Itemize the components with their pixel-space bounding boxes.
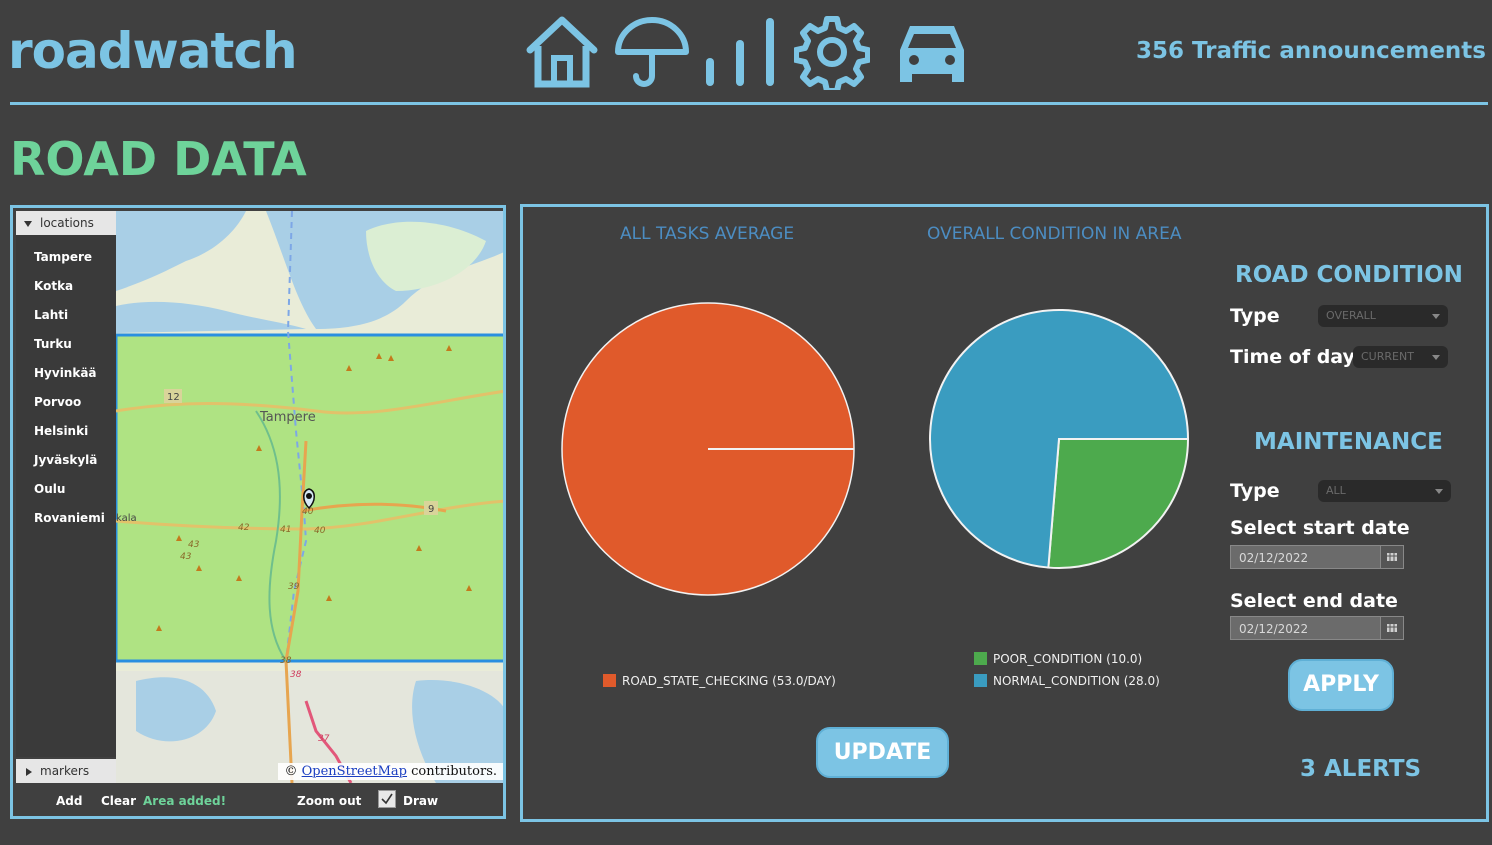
overall-condition-pie-chart xyxy=(929,309,1190,569)
maintenance-type-select[interactable]: ALL xyxy=(1318,480,1451,502)
page-title: ROAD DATA xyxy=(10,132,307,186)
map-label-road-39: 39 xyxy=(288,582,300,592)
chevron-right-icon xyxy=(26,767,32,776)
map-panel: locations Tampere Kotka Lahti Turku Hyvi… xyxy=(10,205,506,819)
zoom-out-button[interactable]: Zoom out xyxy=(297,794,361,808)
calendar-icon[interactable] xyxy=(1380,617,1403,639)
location-item-lahti[interactable]: Lahti xyxy=(34,308,68,322)
map-label-road-38b: 38 xyxy=(290,670,302,680)
map-label-road-12: 12 xyxy=(167,392,180,403)
map-view[interactable]: Tampere 12 9 kala 42 41 40 40 43 43 39 3… xyxy=(116,211,503,783)
umbrella-icon[interactable] xyxy=(614,14,690,90)
draw-label: Draw xyxy=(403,794,439,808)
legend-road-state-checking: ROAD_STATE_CHECKING (53.0/DAY) xyxy=(603,674,836,688)
chevron-down-icon xyxy=(24,220,32,227)
location-item-rovaniemi[interactable]: Rovaniemi xyxy=(34,511,105,525)
all-tasks-pie-chart xyxy=(561,302,855,596)
pie-slice-road-state-checking[interactable] xyxy=(561,302,855,596)
map-status-text: Area added! xyxy=(143,794,227,808)
time-of-day-select[interactable]: CURRENT xyxy=(1353,346,1448,368)
location-item-hyvinkaa[interactable]: Hyvinkää xyxy=(34,366,97,380)
legend-poor-condition: POOR_CONDITION (10.0) xyxy=(974,652,1142,666)
chevron-down-icon xyxy=(1432,314,1440,319)
maintenance-heading: MAINTENANCE xyxy=(1254,429,1443,455)
time-of-day-label: Time of day xyxy=(1230,346,1355,368)
road-condition-heading: ROAD CONDITION xyxy=(1235,262,1463,288)
legend-swatch xyxy=(974,674,987,687)
legend-swatch xyxy=(974,652,987,665)
location-item-helsinki[interactable]: Helsinki xyxy=(34,424,88,438)
map-attribution: © OpenStreetMap contributors. xyxy=(278,763,503,780)
map-label-road-9: 9 xyxy=(428,504,434,515)
end-date-picker[interactable]: 02/12/2022 xyxy=(1230,616,1404,640)
map-label-kala: kala xyxy=(116,513,137,524)
signal-bars-icon[interactable] xyxy=(700,14,780,90)
location-item-oulu[interactable]: Oulu xyxy=(34,482,65,496)
calendar-icon[interactable] xyxy=(1380,546,1403,568)
check-icon xyxy=(381,793,393,805)
map-label-road-42: 42 xyxy=(238,523,250,533)
location-item-porvoo[interactable]: Porvoo xyxy=(34,395,81,409)
location-item-turku[interactable]: Turku xyxy=(34,337,72,351)
traffic-announcements-count[interactable]: 356 Traffic announcements xyxy=(1136,38,1486,64)
apply-button[interactable]: APPLY xyxy=(1288,659,1394,711)
map-label-road-43a: 43 xyxy=(188,540,200,550)
legend-swatch xyxy=(603,674,616,687)
maintenance-type-label: Type xyxy=(1230,480,1280,502)
add-button[interactable]: Add xyxy=(56,794,82,808)
end-date-label: Select end date xyxy=(1230,590,1398,612)
update-button[interactable]: UPDATE xyxy=(816,727,949,778)
chart-title-overall-condition: OVERALL CONDITION IN AREA xyxy=(927,224,1182,244)
road-condition-type-select[interactable]: OVERALL xyxy=(1318,305,1448,327)
gear-icon[interactable] xyxy=(793,14,871,94)
location-item-tampere[interactable]: Tampere xyxy=(34,250,92,264)
map-label-road-40b: 40 xyxy=(314,526,326,536)
chart-title-all-tasks: ALL TASKS AVERAGE xyxy=(620,224,795,244)
map-label-road-41: 41 xyxy=(280,525,291,535)
chevron-down-icon xyxy=(1432,355,1440,360)
pie-slice-poor-condition[interactable] xyxy=(1047,438,1190,569)
legend-normal-condition: NORMAL_CONDITION (28.0) xyxy=(974,674,1160,688)
locations-accordion-header[interactable]: locations xyxy=(16,211,116,235)
map-toolbar: Add Clear Area added! Zoom out Draw xyxy=(13,786,503,816)
app-logo: roadwatch xyxy=(8,22,298,80)
header-divider xyxy=(10,102,1488,105)
location-item-kotka[interactable]: Kotka xyxy=(34,279,73,293)
map-label-tampere: Tampere xyxy=(259,410,316,425)
map-label-road-40a: 40 xyxy=(302,507,314,517)
start-date-picker[interactable]: 02/12/2022 xyxy=(1230,545,1404,569)
alerts-count[interactable]: 3 ALERTS xyxy=(1300,756,1421,782)
location-item-jyvaskyla[interactable]: Jyväskylä xyxy=(34,453,97,467)
clear-button[interactable]: Clear xyxy=(101,794,136,808)
map-label-road-37: 37 xyxy=(318,734,330,744)
map-label-road-43b: 43 xyxy=(180,552,192,562)
locations-list: Tampere Kotka Lahti Turku Hyvinkää Porvo… xyxy=(16,235,116,757)
road-condition-type-label: Type xyxy=(1230,305,1280,327)
markers-accordion-header[interactable]: markers xyxy=(16,759,116,783)
start-date-label: Select start date xyxy=(1230,517,1410,539)
draw-checkbox[interactable] xyxy=(378,790,396,808)
car-icon[interactable] xyxy=(892,14,972,90)
openstreetmap-link[interactable]: OpenStreetMap xyxy=(302,764,407,779)
home-icon[interactable] xyxy=(524,14,600,90)
map-tiles: Tampere 12 9 kala 42 41 40 40 43 43 39 3… xyxy=(116,211,503,783)
chevron-down-icon xyxy=(1435,489,1443,494)
map-label-road-38: 38 xyxy=(280,656,292,666)
